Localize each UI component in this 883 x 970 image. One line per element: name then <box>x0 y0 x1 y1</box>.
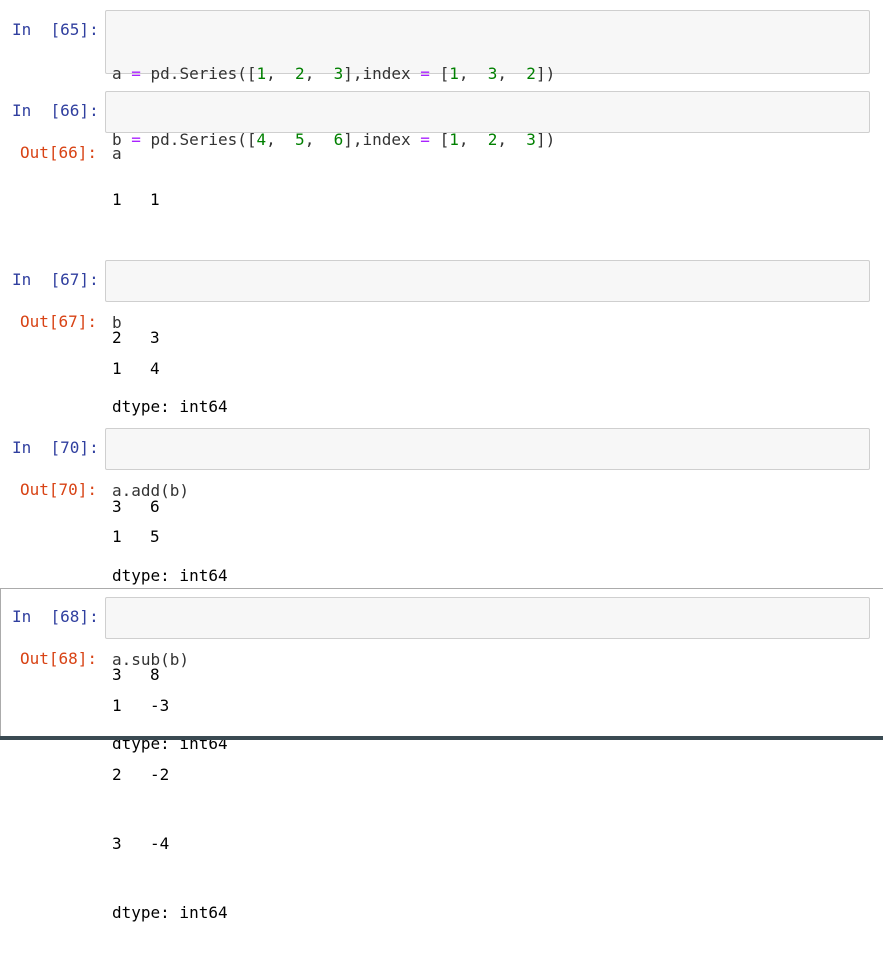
code-input[interactable]: a.sub(b) <box>105 597 870 669</box>
number-token: 2 <box>526 64 536 83</box>
series-index: 1 <box>112 696 122 715</box>
code-token: [ <box>429 64 450 83</box>
series-row: 3 -4 <box>112 832 228 855</box>
out-prompt: Out[68]: <box>20 649 98 668</box>
code-token: , <box>497 64 527 83</box>
series-index: 1 <box>112 190 122 209</box>
code-cell-66[interactable]: In [66]: a Out[66]: 11 32 23 dtype: int6… <box>0 90 883 416</box>
code-input[interactable]: a <box>105 91 870 163</box>
series-index: 1 <box>112 359 122 378</box>
code-cell-65[interactable]: In [65]: a = pd.Series([1, 2, 3],index =… <box>0 0 883 149</box>
code-input[interactable]: b <box>105 260 870 332</box>
series-value: -3 <box>150 696 170 715</box>
in-prompt: In [67]: <box>12 270 99 289</box>
in-prompt: In [68]: <box>12 607 99 626</box>
dtype-label: dtype: int64 <box>112 903 228 922</box>
code-cell-68-selected[interactable]: In [68]: a.sub(b) Out[68]: 1 -3 2 -2 3 -4 d… <box>0 588 883 922</box>
series-row: 11 <box>112 188 228 211</box>
code-token: ],index <box>343 64 421 83</box>
number-token: 3 <box>333 64 344 83</box>
code-token: , <box>266 64 296 83</box>
bottom-scroll-edge <box>0 736 883 740</box>
code-cell-70[interactable]: In [70]: a.add(b) Out[70]: 15 28 38 dtyp… <box>0 427 883 753</box>
code-token: a <box>112 64 132 83</box>
code-token: , <box>458 64 488 83</box>
series-value: -2 <box>150 765 170 784</box>
code-token: , <box>304 64 334 83</box>
out-prompt: Out[70]: <box>20 480 98 499</box>
code-cell-67[interactable]: In [67]: b Out[67]: 14 25 36 dtype: int6… <box>0 259 883 585</box>
series-value: 5 <box>150 527 160 546</box>
number-token: 3 <box>487 64 498 83</box>
series-row: 15 <box>112 525 228 548</box>
series-value: 1 <box>150 190 160 209</box>
code-token: ]) <box>535 64 556 83</box>
in-prompt: In [66]: <box>12 101 99 120</box>
series-row: 1 -3 <box>112 694 228 717</box>
series-index: 3 <box>112 834 122 853</box>
output-area: 1 -3 2 -2 3 -4 dtype: int64 <box>112 648 228 970</box>
notebook: In [65]: a = pd.Series([1, 2, 3],index =… <box>0 0 883 922</box>
in-prompt: In [65]: <box>12 20 99 39</box>
series-row: 2 -2 <box>112 763 228 786</box>
number-token: 1 <box>256 64 267 83</box>
series-value: -4 <box>150 834 170 853</box>
in-prompt: In [70]: <box>12 438 99 457</box>
series-index: 2 <box>112 765 122 784</box>
series-index: 1 <box>112 527 122 546</box>
series-row: 14 <box>112 357 228 380</box>
code-token: pd.Series([ <box>140 64 257 83</box>
operator-token: = <box>131 64 141 83</box>
number-token: 1 <box>449 64 459 83</box>
out-prompt: Out[67]: <box>20 312 98 331</box>
number-token: 2 <box>295 64 305 83</box>
operator-token: = <box>420 64 430 83</box>
out-prompt: Out[66]: <box>20 143 98 162</box>
series-value: 4 <box>150 359 160 378</box>
code-input[interactable]: a = pd.Series([1, 2, 3],index = [1, 3, 2… <box>105 10 870 149</box>
code-line-1: a = pd.Series([1, 2, 3],index = [1, 3, 2… <box>112 63 863 85</box>
code-input[interactable]: a.add(b) <box>105 428 870 500</box>
